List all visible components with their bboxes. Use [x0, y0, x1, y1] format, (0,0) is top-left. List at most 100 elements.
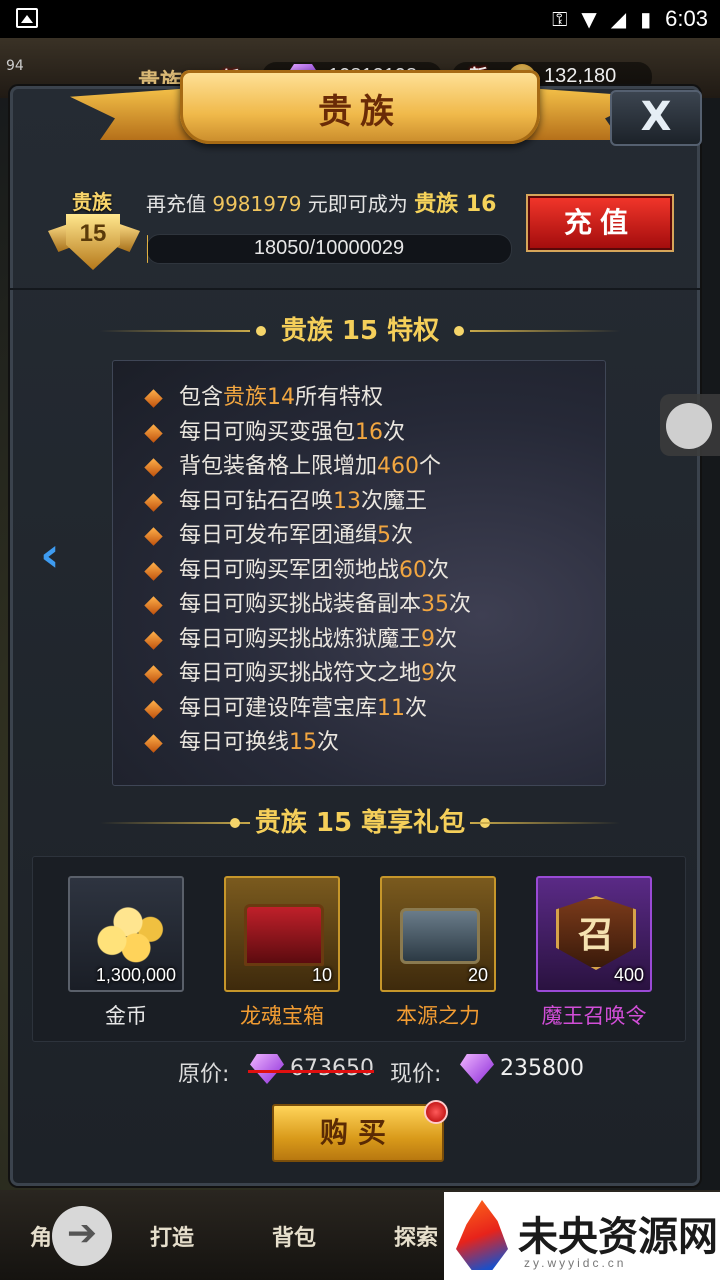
privilege-text-hl: 16	[355, 419, 384, 445]
buy-button[interactable]: 购买	[272, 1104, 444, 1162]
noble-badge-label: 贵族	[72, 190, 112, 214]
gift-slot: 10	[224, 876, 340, 992]
privilege-text-post: 次	[405, 695, 428, 721]
privilege-text-pre: 每日可建设阵营宝库	[179, 695, 378, 721]
bullet-icon	[144, 596, 163, 615]
title-divider-left	[100, 330, 250, 332]
price-row: 原价: 673650 现价: 235800	[178, 1054, 608, 1088]
privilege-text-hl: 15	[289, 730, 318, 755]
privilege-text-pre: 包含	[179, 385, 224, 410]
privilege-text-post: 次魔王	[361, 488, 428, 514]
gift-item-origin-power[interactable]: 20 本源之力	[380, 876, 496, 1030]
strikethrough-line	[248, 1070, 374, 1073]
floating-assistive-button[interactable]	[660, 394, 720, 456]
bullet-icon	[144, 423, 163, 443]
flame-logo-icon	[456, 1200, 508, 1270]
status-bar: ⚿ ▼ ◢ ▮ 6:03	[0, 0, 720, 38]
privileges-list: 包含贵族14所有特权 每日可购买变强包16次 背包装备格上限增加460个 每日可钻石召…	[143, 381, 471, 761]
notification-dot-icon	[424, 1100, 448, 1124]
recharge-target-level: 贵族 16	[414, 192, 497, 217]
privilege-item: 每日可购买挑战炼狱魔王9次	[143, 623, 471, 658]
privilege-text-post: 次	[435, 626, 458, 652]
privilege-text-hl: 460	[377, 454, 420, 479]
watermark-logo: 未央资源网 zy.wyyidc.cn	[444, 1192, 720, 1280]
dialog-title-banner: 贵族	[70, 70, 650, 170]
privilege-text-post: 次	[383, 419, 406, 445]
gift-item-dragon-chest[interactable]: 10 龙魂宝箱	[224, 876, 340, 1030]
privilege-item: 每日可购买挑战符文之地9次	[143, 657, 471, 692]
privilege-text-hl: 60	[399, 557, 428, 583]
previous-level-arrow-icon[interactable]: ‹	[40, 530, 64, 582]
gift-title-bar: 贵族 15 尊享礼包	[100, 806, 620, 840]
gift-name: 龙魂宝箱	[240, 1004, 324, 1028]
privilege-text-post: 次	[391, 523, 414, 548]
privilege-text-hl: 11	[377, 695, 406, 721]
title-dot-left	[256, 326, 266, 336]
origin-chest-icon	[400, 908, 480, 964]
privilege-text-post: 次	[449, 592, 472, 617]
close-button[interactable]: X	[610, 90, 702, 146]
privilege-text-pre: 每日可钻石召唤	[179, 488, 334, 514]
privileges-title-bar: 贵族 15 特权	[100, 314, 620, 348]
bullet-icon	[144, 527, 163, 546]
privilege-text-post: 次	[427, 557, 450, 583]
status-time: 6:03	[665, 6, 708, 31]
privilege-text-hl: 9	[421, 661, 436, 686]
recharge-progress-bar: 18050/10000029	[146, 234, 512, 264]
gift-name: 金币	[105, 1004, 147, 1028]
original-price-label: 原价:	[178, 1062, 230, 1087]
privilege-item: 背包装备格上限增加460个	[143, 450, 471, 485]
privilege-text-hl: 贵族14	[223, 385, 296, 410]
privileges-box: 包含贵族14所有特权 每日可购买变强包16次 背包装备格上限增加460个 每日可钻石召…	[112, 360, 606, 786]
nav-item-explore[interactable]: 探索	[394, 1220, 438, 1252]
recharge-amount: 9981979	[212, 192, 302, 216]
title-divider-right	[470, 822, 620, 824]
current-price: 235800	[500, 1056, 584, 1081]
privilege-item: 每日可发布军团通缉5次	[143, 519, 471, 554]
privilege-text-post: 个	[419, 454, 442, 479]
image-icon	[16, 8, 38, 28]
player-level: 94	[6, 58, 24, 74]
assistive-knob-icon	[666, 403, 712, 449]
privilege-text-post: 次	[435, 661, 458, 686]
gift-count: 10	[311, 965, 332, 985]
privilege-item: 每日可钻石召唤13次魔王	[143, 485, 471, 520]
recharge-button[interactable]: 充值	[528, 196, 672, 250]
privilege-item: 每日可建设阵营宝库11次	[143, 692, 471, 727]
privilege-item: 每日可购买挑战装备副本35次	[143, 588, 471, 623]
privilege-text-hl: 5	[377, 523, 392, 548]
gold-coins-icon	[88, 896, 168, 970]
bullet-icon	[144, 492, 163, 512]
nav-item-bag[interactable]: 背包	[272, 1220, 316, 1252]
privilege-text-hl: 35	[421, 592, 450, 617]
noble-badge-level: 15	[79, 220, 107, 247]
privilege-text-hl: 13	[333, 488, 362, 514]
watermark-url: zy.wyyidc.cn	[524, 1256, 627, 1270]
bullet-icon	[144, 665, 163, 684]
privilege-text-pre: 背包装备格上限增加	[179, 454, 378, 479]
gift-name: 本源之力	[396, 1004, 480, 1028]
gift-item-gold[interactable]: 1,300,000 金币	[68, 876, 184, 1030]
progress-text: 18050/10000029	[253, 237, 405, 259]
privileges-title: 贵族 15 特权	[280, 316, 440, 346]
arrow-right-icon[interactable]: ➔	[52, 1206, 112, 1266]
bullet-icon	[144, 458, 163, 477]
dialog-title: 贵族	[318, 92, 402, 132]
current-price-label: 现价:	[390, 1062, 442, 1087]
recharge-hint-prefix: 再充值	[146, 192, 213, 216]
game-screen: ⚿ ▼ ◢ ▮ 6:03 94 贵族1 新 10812198 新 132,180…	[0, 0, 720, 1280]
bullet-icon	[144, 389, 163, 408]
recharge-hint: 再充值 9981979 元即可成为 贵族 16	[146, 186, 496, 218]
wifi-icon: ▼	[581, 7, 597, 31]
gift-item-summon-token[interactable]: 召 400 魔王召唤令	[536, 876, 652, 1030]
dialog-title-plate: 贵族	[180, 70, 540, 144]
privilege-item: 每日可换线15次	[143, 726, 471, 761]
privilege-text-post: 所有特权	[295, 385, 384, 410]
gift-count: 20	[467, 965, 488, 985]
title-dot-left	[230, 818, 240, 828]
privilege-text-post: 次	[317, 730, 340, 755]
privilege-text-pre: 每日可购买挑战符文之地	[179, 661, 422, 686]
gift-pack-title: 贵族 15 尊享礼包	[254, 808, 466, 838]
gift-count: 400	[613, 965, 644, 985]
nav-item-forge[interactable]: 打造	[150, 1220, 194, 1252]
